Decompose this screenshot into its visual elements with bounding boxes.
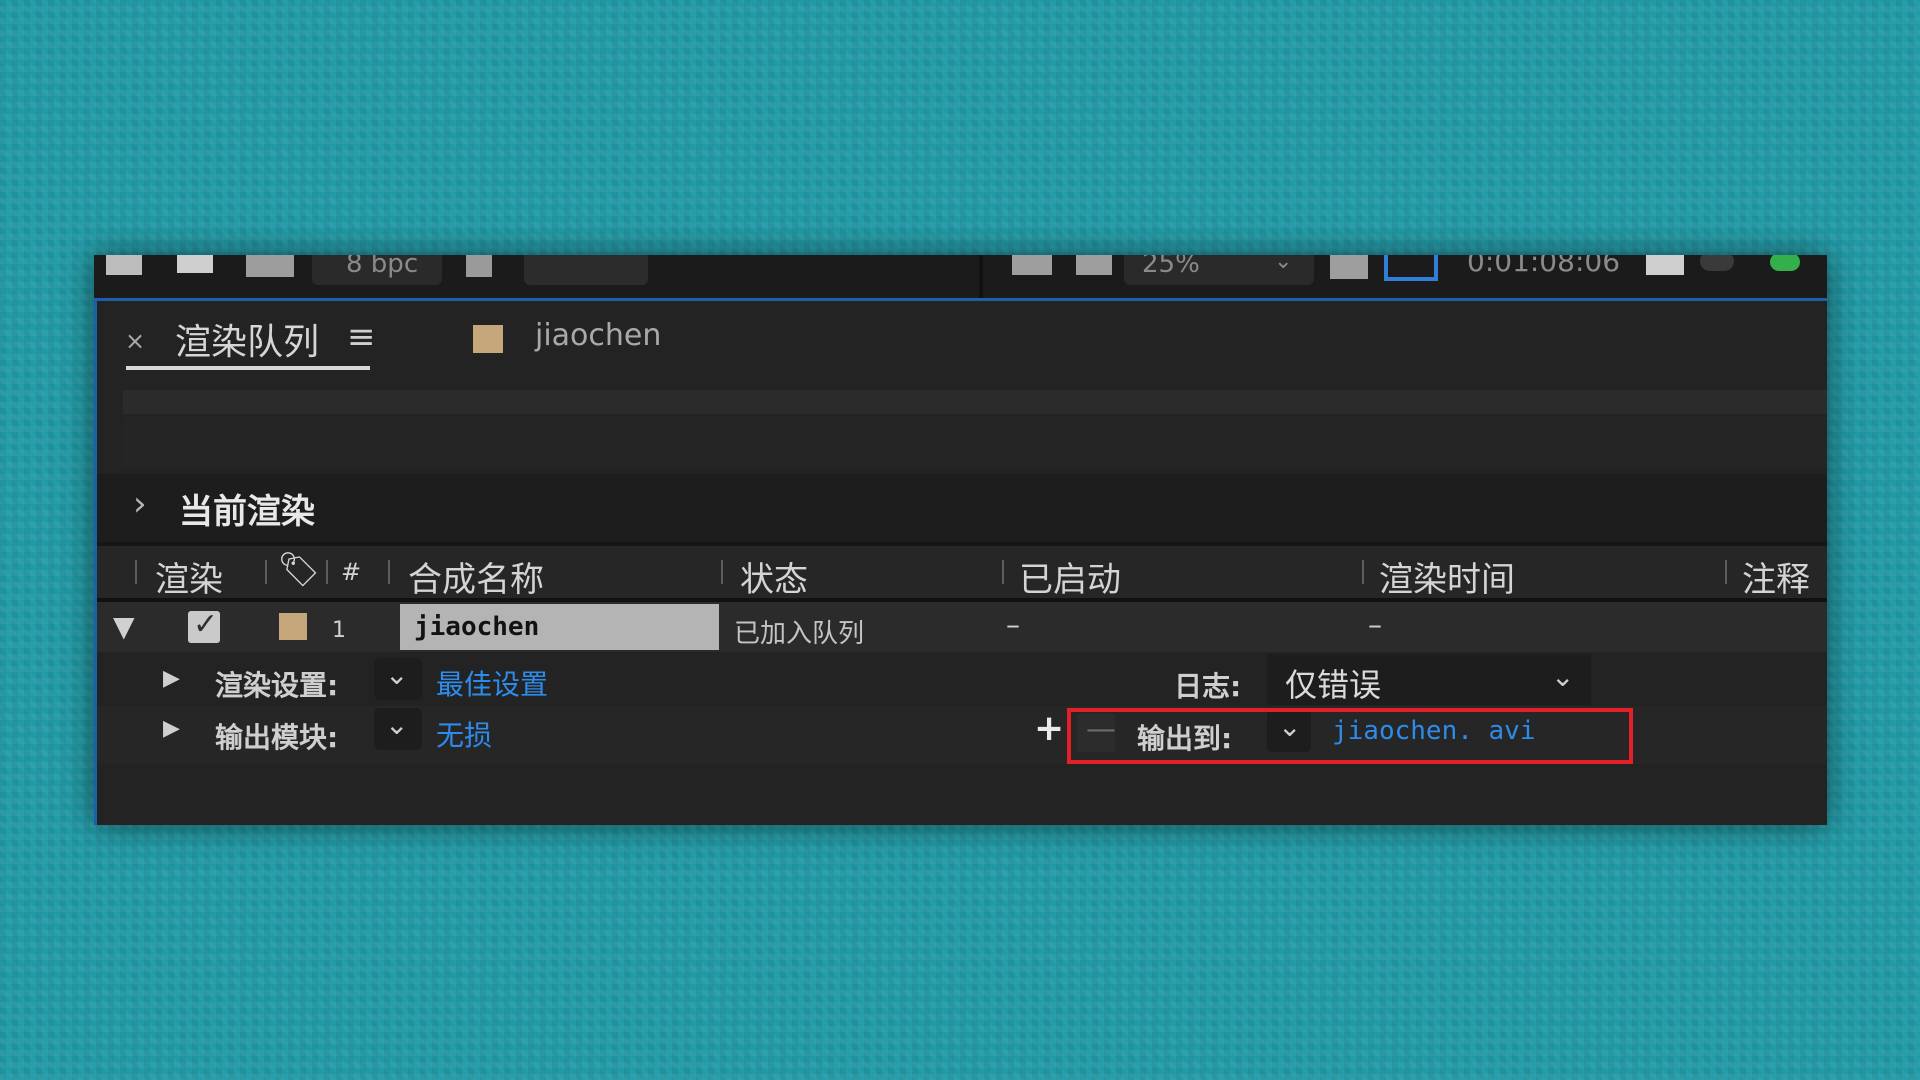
column-divider [1362,560,1364,584]
label-tag-icon[interactable]: 🏷 [277,550,320,590]
comp-icon[interactable] [106,255,142,275]
expand-triangle-icon[interactable]: ▶ [163,666,180,691]
header-comp-name[interactable]: 合成名称 [408,552,544,601]
render-time-value: – [1368,608,1382,641]
add-output-module-button[interactable]: + [1034,708,1064,749]
render-settings-link[interactable]: 最佳设置 [436,663,548,703]
comp-name: jiaochen [414,612,540,642]
chevron-down-icon: ⌄ [385,658,409,691]
panel-menu-icon[interactable]: ≡ [347,317,376,357]
header-num[interactable]: # [341,558,361,586]
checkmark-icon: ✓ [193,607,219,642]
current-render-title: 当前渲染 [179,492,315,532]
active-tab-indicator [126,366,370,370]
column-divider [1002,560,1004,584]
trash-icon[interactable] [466,255,492,277]
current-render-section[interactable]: › 当前渲染 [97,474,1827,542]
zoom-label: 25% [1142,255,1200,279]
output-module-row: ▶ 输出模块: ⌄ 无损 + — 输出到: ⌄ jiaochen. avi [97,706,1827,764]
log-dropdown[interactable]: 仅错误 ⌄ [1267,654,1591,705]
render-settings-dropdown[interactable]: ⌄ [374,658,422,700]
bpc-label: 8 bpc [346,255,419,279]
column-divider [388,560,390,584]
grid-icon[interactable] [1012,255,1052,275]
render-settings-label: 渲染设置: [215,669,339,702]
bpc-dropdown[interactable]: 8 bpc [312,255,442,285]
chevron-down-icon: ⌄ [1551,660,1575,693]
chevron-down-icon: ⌄ [1274,255,1293,274]
log-value: 仅错误 [1285,666,1382,704]
item-number: 1 [332,618,346,643]
label-color-swatch[interactable] [279,613,307,640]
header-render-time[interactable]: 渲染时间 [1379,552,1515,601]
transparency-grid-icon[interactable] [1384,255,1438,281]
header-render[interactable]: 渲染 [155,552,223,601]
tab-bar: × 渲染队列 ≡ jiaochen [97,301,1827,373]
render-progress-bar [123,390,1827,414]
render-queue-panel: 8 bpc 25% ⌄ 0:01:08:06 × 渲染队列 ≡ jiaochen… [94,255,1827,825]
chevron-down-icon: ⌄ [385,708,409,741]
render-checkbox[interactable]: ✓ [188,607,220,643]
expand-arrow-icon[interactable]: › [133,484,147,524]
column-divider [265,560,267,584]
close-icon[interactable]: × [125,327,145,355]
color-channels-icon[interactable] [1770,255,1800,271]
viewer-toolbar: 8 bpc 25% ⌄ 0:01:08:06 [94,255,1827,298]
timecode[interactable]: 0:01:08:06 [1467,255,1620,285]
log-label: 日志: [1174,670,1242,703]
output-module-label: 输出模块: [215,721,339,754]
output-module-dropdown[interactable]: ⌄ [374,708,422,750]
header-comment[interactable]: 注释 [1742,552,1810,601]
started-value: – [1006,608,1020,641]
header-status[interactable]: 状态 [740,552,808,601]
column-divider [135,560,137,584]
header-started[interactable]: 已启动 [1019,552,1121,601]
render-settings-row: ▶ 渲染设置: ⌄ 最佳设置 日志: 仅错误 ⌄ [97,654,1827,705]
tab-composition[interactable]: jiaochen [535,318,661,353]
comp-color-swatch [473,325,503,353]
table-row[interactable]: ▼ ✓ 1 jiaochen 已加入队列 – – [97,602,1827,652]
divider [979,255,983,298]
zoom-dropdown[interactable]: 25% ⌄ [1124,255,1314,285]
layer-icon[interactable] [177,255,213,273]
region-icon[interactable] [1330,255,1368,279]
output-module-link[interactable]: 无损 [436,714,492,754]
column-divider [721,560,723,584]
snapshot-icon[interactable] [1646,255,1684,275]
show-snapshot-icon[interactable] [1700,255,1734,271]
expand-triangle-icon[interactable]: ▶ [163,716,180,741]
comp-name-cell[interactable]: jiaochen [400,604,719,650]
toolbar-slot[interactable] [524,255,648,285]
status-text: 已加入队列 [734,619,865,649]
highlight-box [1067,708,1633,764]
channel-icon[interactable] [246,255,294,277]
column-divider [326,560,328,584]
queue-table-header: 渲染 🏷 # 合成名称 状态 已启动 渲染时间 注释 [97,546,1827,601]
column-divider [1725,560,1727,584]
expand-triangle-icon[interactable]: ▼ [113,610,135,643]
monitor-icon[interactable] [1076,255,1112,275]
render-info-area [123,417,1827,467]
tab-render-queue[interactable]: 渲染队列 [175,313,319,365]
